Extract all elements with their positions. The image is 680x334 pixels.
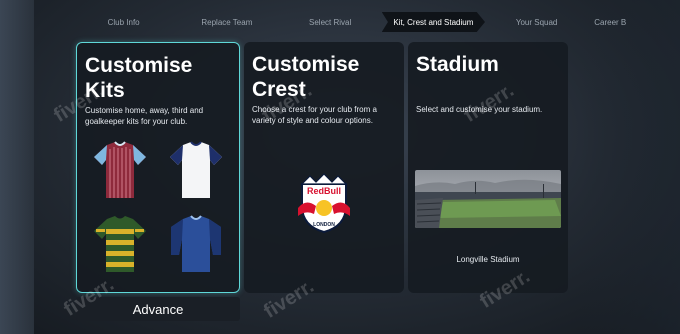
advance-button[interactable]: Advance bbox=[76, 297, 240, 321]
card-description: Customise home, away, third and goalkeep… bbox=[85, 106, 204, 126]
card-description: Choose a crest for your club from a vari… bbox=[252, 105, 377, 125]
nav-step-label: Your Squad bbox=[515, 17, 558, 27]
home-kit-icon bbox=[93, 141, 147, 199]
away-kit-icon bbox=[169, 141, 223, 199]
third-kit-icon bbox=[93, 215, 147, 273]
card-description: Select and customise your stadium. bbox=[416, 105, 543, 114]
nav-step-label: Select Rival bbox=[309, 17, 352, 27]
nav-step-select-rival[interactable]: Select Rival bbox=[279, 12, 382, 32]
customise-kits-card[interactable]: Customise Kits Customise home, away, thi… bbox=[76, 42, 240, 293]
goalkeeper-kit-icon bbox=[169, 215, 223, 273]
nav-step-label: Career B bbox=[594, 17, 627, 27]
crest-sub-text: LONDON bbox=[313, 222, 335, 228]
card-title: Stadium bbox=[416, 53, 499, 76]
right-edge-panel bbox=[580, 0, 680, 334]
stadium-name: Longville Stadium bbox=[456, 255, 520, 264]
nav-step-label: Kit, Crest and Stadium bbox=[393, 17, 474, 27]
card-title: Customise Kits bbox=[85, 54, 193, 102]
club-crest-icon: RedBull LONDON bbox=[292, 170, 356, 234]
nav-step-label: Club Info bbox=[107, 17, 140, 27]
stadium-image bbox=[415, 170, 561, 228]
nav-step-replace-team[interactable]: Replace Team bbox=[175, 12, 278, 32]
nav-step-label: Replace Team bbox=[201, 17, 253, 27]
stadium-card[interactable]: Stadium Select and customise your stadiu… bbox=[408, 42, 568, 293]
progress-nav: Club Info Replace Team Select Rival Kit,… bbox=[72, 12, 680, 32]
nav-step-club-info[interactable]: Club Info bbox=[72, 12, 175, 32]
nav-step-your-squad[interactable]: Your Squad bbox=[485, 12, 588, 32]
card-title: Customise Crest bbox=[252, 53, 360, 101]
left-edge-panel bbox=[0, 0, 34, 334]
nav-step-career[interactable]: Career B bbox=[588, 12, 680, 32]
crest-logo-text: RedBull bbox=[307, 186, 341, 196]
nav-step-kit-crest-stadium[interactable]: Kit, Crest and Stadium bbox=[381, 12, 485, 32]
customise-crest-card[interactable]: Customise Crest Choose a crest for your … bbox=[244, 42, 404, 293]
